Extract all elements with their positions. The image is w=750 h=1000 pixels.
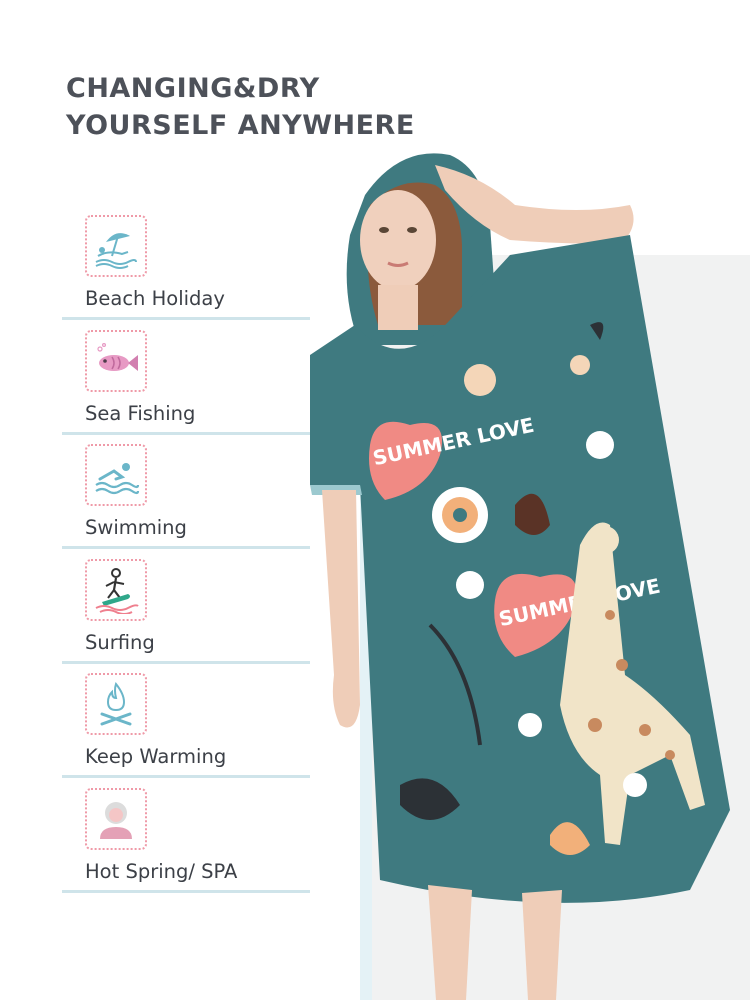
surfer-icon (85, 558, 147, 621)
feature-label: Hot Spring/ SPA (85, 859, 238, 883)
feature-label: Swimming (85, 516, 187, 539)
headline-line-1: CHANGING&DRY (66, 73, 320, 104)
campfire-icon (85, 673, 147, 735)
feature-label: Sea Fishing (85, 401, 196, 425)
feature-label: Surfing (85, 630, 155, 654)
spa-person-icon (85, 787, 147, 850)
fish-icon (85, 329, 147, 392)
beach-umbrella-icon (85, 215, 147, 277)
feature-label: Keep Warming (85, 745, 227, 768)
model-wearing-poncho-image: SUMMER LOVE SUMMER LOVE (250, 145, 750, 1000)
feature-label: Beach Holiday (85, 287, 225, 310)
headline-line-2: YOURSELF ANYWHERE (66, 110, 415, 141)
swimmer-icon (85, 444, 147, 506)
headline: CHANGING&DRY YOURSELF ANYWHERE (66, 70, 415, 144)
